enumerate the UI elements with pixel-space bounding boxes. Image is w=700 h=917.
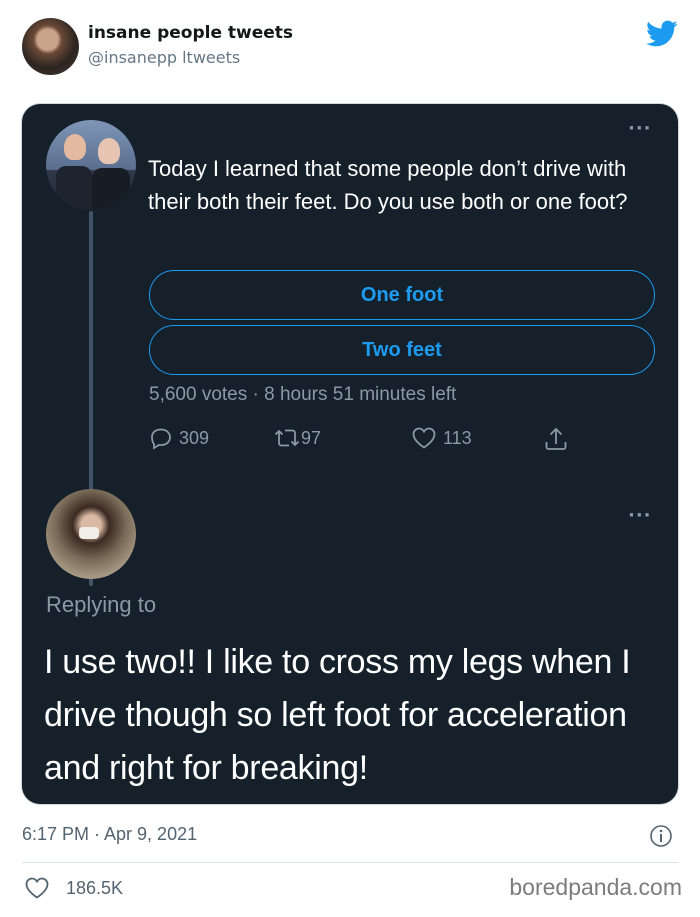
- poll-option-one-foot[interactable]: One foot: [149, 270, 655, 320]
- retweet-icon: [274, 429, 300, 447]
- tweet2-avatar[interactable]: [46, 489, 136, 579]
- share-button[interactable]: [543, 426, 569, 452]
- twitter-bird-icon[interactable]: [646, 20, 678, 48]
- poll-option-two-feet[interactable]: Two feet: [149, 325, 655, 375]
- more-dots-icon[interactable]: ···: [628, 118, 652, 139]
- tweet-header: insane people tweets @insanepp ltweets: [22, 18, 678, 78]
- tweet1-avatar[interactable]: [46, 120, 136, 210]
- info-icon[interactable]: [649, 824, 673, 848]
- retweet-button[interactable]: 97: [273, 426, 321, 450]
- reply-icon: [151, 428, 171, 450]
- retweet-count: 97: [301, 427, 322, 448]
- author-handle[interactable]: @insanepp ltweets: [88, 48, 240, 67]
- footer-like-button[interactable]: 186.5K: [24, 876, 123, 900]
- more-dots-icon[interactable]: ···: [628, 505, 652, 526]
- replying-to-label: Replying to: [46, 592, 157, 617]
- like-button[interactable]: 113: [411, 426, 472, 450]
- footer-like-count: 186.5K: [66, 877, 124, 898]
- footer-divider: [22, 862, 678, 863]
- heart-icon: [25, 877, 49, 899]
- reply-count: 309: [179, 427, 210, 448]
- author-name[interactable]: insane people tweets: [88, 23, 293, 43]
- watermark: boredpanda.com: [509, 874, 682, 900]
- tweet-timestamp[interactable]: 6:17 PM · Apr 9, 2021: [22, 824, 197, 845]
- heart-icon: [412, 427, 436, 449]
- tweet1-text: Today I learned that some people don’t d…: [148, 156, 628, 214]
- tweet2-text: I use two!! I like to cross my legs when…: [44, 643, 631, 787]
- poll-meta: 5,600 votes · 8 hours 51 minutes left: [149, 384, 457, 405]
- share-icon: [545, 427, 567, 450]
- reply-button[interactable]: 309: [149, 426, 209, 450]
- author-avatar[interactable]: [22, 18, 79, 75]
- like-count: 113: [443, 427, 472, 448]
- quoted-thread-card: ··· Today I learned that some people don…: [22, 104, 678, 804]
